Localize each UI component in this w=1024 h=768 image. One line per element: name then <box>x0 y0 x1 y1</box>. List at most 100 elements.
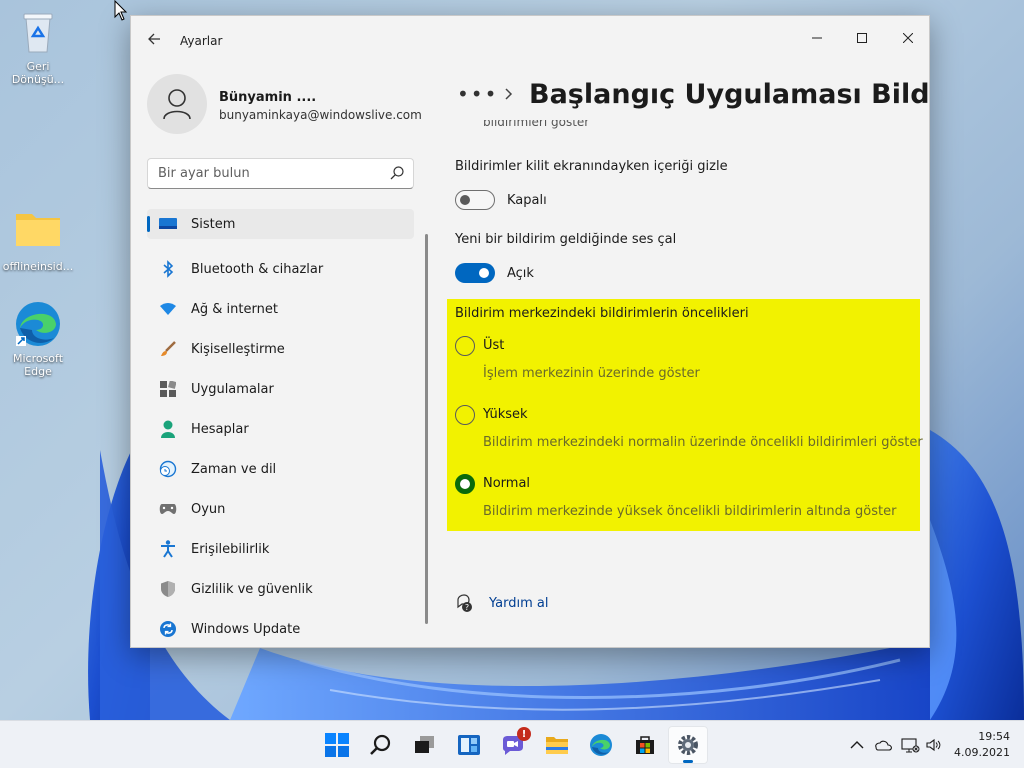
close-icon <box>903 33 913 43</box>
widgets-icon <box>458 735 480 755</box>
clock-globe-icon <box>158 459 178 479</box>
sound-toggle[interactable] <box>455 263 495 283</box>
desktop-icon-label: Geri Dönüşü... <box>11 60 65 86</box>
bluetooth-icon <box>158 259 178 279</box>
sidebar-item-accessibility[interactable]: Erişilebilirlik <box>147 529 414 569</box>
user-email: bunyaminkaya@windowslive.com <box>219 108 422 122</box>
toggle-knob <box>479 268 489 278</box>
system-icon <box>158 214 178 234</box>
start-icon <box>325 733 349 757</box>
priority-section: Bildirim merkezindeki bildirimlerin önce… <box>447 299 923 531</box>
clock-date: 4.09.2021 <box>954 746 1010 759</box>
sidebar-item-personalization[interactable]: Kişiselleştirme <box>147 329 414 369</box>
back-button[interactable] <box>143 30 165 52</box>
sidebar-item-label: Windows Update <box>191 621 301 637</box>
folder-icon <box>14 208 62 256</box>
edge-button[interactable] <box>581 726 621 764</box>
help-link-label[interactable]: Yardım al <box>489 596 548 611</box>
settings-taskbar-button[interactable] <box>668 726 708 764</box>
maximize-icon <box>857 33 867 43</box>
svg-text:?: ? <box>465 603 469 612</box>
sidebar-item-windows-update[interactable]: Windows Update <box>147 609 414 647</box>
store-button[interactable] <box>625 726 665 764</box>
task-view-button[interactable] <box>405 726 445 764</box>
sound-setting-label: Yeni bir bildirim geldiğinde ses çal <box>455 232 677 247</box>
brush-icon <box>158 339 178 359</box>
priority-radio-desc: Bildirim merkezindeki normalin üzerinde … <box>483 435 923 450</box>
taskbar-search-button[interactable] <box>361 726 401 764</box>
sidebar-item-time-language[interactable]: Zaman ve dil <box>147 449 414 489</box>
sidebar-item-label: Gizlilik ve güvenlik <box>191 581 313 597</box>
search-icon[interactable] <box>389 165 405 181</box>
search-icon <box>370 734 391 755</box>
priority-radio-label[interactable]: Yüksek <box>483 407 528 422</box>
sidebar-item-network[interactable]: Ağ & internet <box>147 289 414 329</box>
desktop-icon-recycle-bin[interactable]: Geri Dönüşü... <box>0 8 76 86</box>
priority-radio-label[interactable]: Üst <box>483 338 504 353</box>
toggle-knob <box>460 195 470 205</box>
breadcrumb-more-button[interactable]: ••• <box>457 82 496 106</box>
edge-icon <box>14 300 62 348</box>
avatar <box>147 74 207 134</box>
sidebar-item-privacy[interactable]: Gizlilik ve güvenlik <box>147 569 414 609</box>
help-link[interactable]: ? Yardım al <box>455 594 548 612</box>
settings-search[interactable]: Bir ayar bulun <box>147 158 414 189</box>
settings-window: Ayarlar Bünyamin .... bunyaminkaya@windo… <box>130 15 930 648</box>
priority-radio-normal[interactable] <box>455 474 475 494</box>
minimize-icon <box>812 37 822 39</box>
search-input[interactable]: Bir ayar bulun <box>158 166 378 181</box>
priority-radio-top[interactable] <box>455 336 475 356</box>
mouse-cursor-icon <box>114 0 130 26</box>
lock-screen-setting-label: Bildirimler kilit ekranındayken içeriği … <box>455 159 728 174</box>
file-explorer-icon <box>546 737 568 754</box>
maximize-button[interactable] <box>839 22 885 54</box>
priority-radio-desc: İşlem merkezinin üzerinde göster <box>483 366 700 381</box>
minimize-button[interactable] <box>794 22 840 54</box>
sidebar-item-label: Kişiselleştirme <box>191 341 285 357</box>
sound-toggle-state: Açık <box>507 266 534 281</box>
sidebar-item-apps[interactable]: Uygulamalar <box>147 369 414 409</box>
notification-badge: ! <box>517 727 531 741</box>
lock-screen-toggle[interactable] <box>455 190 495 210</box>
clock[interactable]: 19:54 4.09.2021 <box>954 729 1010 761</box>
title-bar[interactable]: Ayarlar <box>131 16 929 64</box>
desktop-icon-edge[interactable]: Microsoft Edge <box>0 300 76 378</box>
user-icon <box>163 89 191 120</box>
close-button[interactable] <box>885 22 929 54</box>
back-arrow-icon <box>148 33 160 45</box>
sidebar-item-gaming[interactable]: Oyun <box>147 489 414 529</box>
settings-icon <box>678 735 698 755</box>
desktop-icon-folder[interactable]: offlineinsid... <box>0 208 76 273</box>
priority-radio-desc: Bildirim merkezinde yüksek öncelikli bil… <box>483 504 897 519</box>
system-tray <box>850 721 942 768</box>
accounts-icon <box>158 419 178 439</box>
shield-icon <box>158 579 178 599</box>
clock-time: 19:54 <box>978 730 1010 743</box>
sidebar-item-label: Hesaplar <box>191 421 249 437</box>
sidebar-item-label: Oyun <box>191 501 226 517</box>
apps-icon <box>158 379 178 399</box>
desktop-icon-label: offlineinsid... <box>2 260 74 273</box>
help-icon: ? <box>457 594 472 612</box>
app-title: Ayarlar <box>180 34 223 48</box>
start-button[interactable] <box>317 726 357 764</box>
sidebar-scrollbar[interactable] <box>425 234 428 624</box>
sidebar-item-sistem[interactable]: Sistem <box>147 209 414 239</box>
network-icon[interactable] <box>900 737 920 753</box>
chevron-up-icon[interactable] <box>850 740 864 750</box>
onedrive-icon[interactable] <box>874 739 892 751</box>
priority-radio-label[interactable]: Normal <box>483 476 530 491</box>
sidebar-item-bluetooth[interactable]: Bluetooth & cihazlar <box>147 249 414 289</box>
taskbar: ! 19:54 4.09.2021 <box>0 720 1024 768</box>
priority-section-title: Bildirim merkezindeki bildirimlerin önce… <box>455 306 749 321</box>
desktop-icon-label: Microsoft Edge <box>12 352 64 378</box>
priority-radio-high[interactable] <box>455 405 475 425</box>
sidebar-item-label: Erişilebilirlik <box>191 541 270 557</box>
chat-button[interactable]: ! <box>493 726 533 764</box>
sidebar-item-accounts[interactable]: Hesaplar <box>147 409 414 449</box>
sidebar-item-label: Zaman ve dil <box>191 461 277 477</box>
widgets-button[interactable] <box>449 726 489 764</box>
volume-icon[interactable] <box>926 738 942 752</box>
update-icon <box>158 619 178 639</box>
file-explorer-button[interactable] <box>537 726 577 764</box>
